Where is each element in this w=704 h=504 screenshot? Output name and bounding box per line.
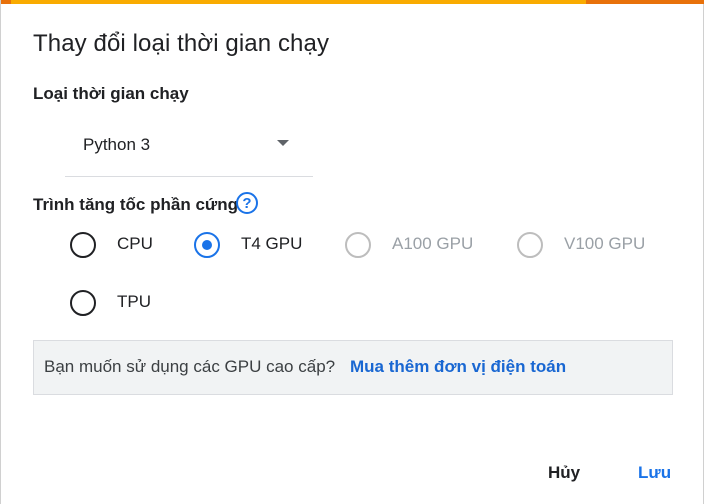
radio-circle-icon: [345, 232, 371, 258]
radio-label: CPU: [117, 234, 153, 253]
radio-circle-icon: [70, 232, 96, 258]
radio-circle-icon: [70, 290, 96, 316]
radio-checked-icon: [194, 232, 220, 258]
upsell-text: Bạn muốn sử dụng các GPU cao cấp?: [44, 357, 336, 376]
runtime-type-label: Loại thời gian chạy: [33, 84, 189, 103]
progress-top-bar: [1, 0, 704, 4]
save-button[interactable]: Lưu: [638, 463, 671, 483]
buy-compute-units-link[interactable]: Mua thêm đơn vị điện toán: [350, 357, 566, 377]
cancel-button[interactable]: Hủy: [548, 463, 580, 483]
radio-circle-icon: [517, 232, 543, 258]
premium-gpu-upsell-box: Bạn muốn sử dụng các GPU cao cấp? Mua th…: [33, 340, 673, 395]
dropdown-arrow-icon: [277, 140, 289, 146]
change-runtime-dialog: Thay đổi loại thời gian chạy Loại thời g…: [0, 0, 704, 504]
radio-label: V100 GPU: [564, 234, 646, 253]
radio-label: A100 GPU: [392, 234, 474, 253]
hardware-accelerator-label: Trình tăng tốc phần cứng: [33, 195, 238, 214]
runtime-type-value: Python 3: [83, 135, 151, 154]
radio-label: T4 GPU: [241, 234, 303, 253]
help-icon[interactable]: ?: [236, 192, 258, 214]
runtime-type-select[interactable]: Python 3: [65, 125, 313, 177]
dialog-title: Thay đổi loại thời gian chạy: [33, 30, 330, 57]
radio-label: TPU: [117, 292, 151, 311]
